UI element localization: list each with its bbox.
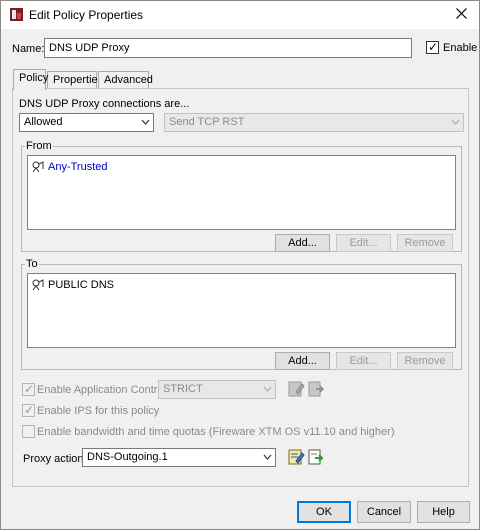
edit-proxy-action-icon[interactable] xyxy=(287,448,305,466)
edit-app-control-icon[interactable] xyxy=(287,380,305,398)
tab-policy[interactable]: Policy xyxy=(13,69,48,90)
app-control-dropdown[interactable]: STRICT xyxy=(158,380,276,399)
window-title: Edit Policy Properties xyxy=(29,8,144,22)
edit-policy-dialog: Edit Policy Properties Name: DNS UDP Pro… xyxy=(0,0,480,530)
network-alias-icon xyxy=(32,161,44,173)
name-input[interactable]: DNS UDP Proxy xyxy=(44,38,412,58)
to-remove-button[interactable]: Remove xyxy=(397,352,453,370)
chevron-down-icon xyxy=(141,119,150,125)
connections-dropdown[interactable]: Allowed xyxy=(19,113,154,132)
to-list[interactable]: PUBLIC DNS xyxy=(27,273,456,348)
to-group: To PUBLIC DNS Add... Edit... Remove xyxy=(21,258,462,370)
proxy-action-label: Proxy action: xyxy=(23,453,87,465)
tcp-rst-value: Send TCP RST xyxy=(169,116,245,128)
from-item-label: Any-Trusted xyxy=(48,161,108,173)
app-icon xyxy=(10,8,23,21)
from-edit-button[interactable]: Edit... xyxy=(336,234,391,252)
tab-properties[interactable]: Properties xyxy=(47,71,103,89)
chevron-down-icon xyxy=(263,386,272,392)
to-item-label: PUBLIC DNS xyxy=(48,279,115,291)
ips-checkbox[interactable]: ✓ xyxy=(22,403,35,417)
from-group: From Any-Trusted Add... Edit... Remove xyxy=(21,140,462,252)
connections-value: Allowed xyxy=(24,116,63,128)
close-icon xyxy=(455,8,467,19)
tcp-rst-dropdown[interactable]: Send TCP RST xyxy=(164,113,464,132)
enable-label: Enable xyxy=(443,42,478,54)
network-alias-icon xyxy=(32,279,44,291)
quotas-checkbox[interactable] xyxy=(22,425,35,438)
proxy-action-dropdown[interactable]: DNS-Outgoing.1 xyxy=(82,448,276,467)
list-item[interactable]: PUBLIC DNS xyxy=(30,277,114,293)
from-legend: From xyxy=(25,140,53,152)
proxy-action-value: DNS-Outgoing.1 xyxy=(87,451,168,463)
name-label: Name: xyxy=(12,43,45,55)
to-add-button[interactable]: Add... xyxy=(275,352,330,370)
checkmark-icon: ✓ xyxy=(24,403,35,417)
app-control-value: STRICT xyxy=(163,383,203,395)
app-control-label: Enable Application Control: xyxy=(37,384,170,396)
ok-button[interactable]: OK xyxy=(297,501,351,523)
to-legend: To xyxy=(25,258,39,270)
list-item[interactable]: Any-Trusted xyxy=(30,159,108,175)
app-control-checkbox[interactable]: ✓ xyxy=(22,382,35,396)
chevron-down-icon xyxy=(451,119,460,125)
enable-checkbox[interactable]: ✓ xyxy=(426,40,439,54)
clone-proxy-action-icon[interactable] xyxy=(307,448,325,466)
to-edit-button[interactable]: Edit... xyxy=(336,352,391,370)
title-bar[interactable]: Edit Policy Properties xyxy=(1,1,479,29)
chevron-down-icon xyxy=(263,454,272,460)
connections-label: DNS UDP Proxy connections are... xyxy=(19,98,190,110)
help-button[interactable]: Help xyxy=(417,501,470,523)
checkmark-icon: ✓ xyxy=(24,382,35,396)
checkmark-icon: ✓ xyxy=(428,40,439,54)
tab-advanced[interactable]: Advanced xyxy=(98,71,153,89)
from-list[interactable]: Any-Trusted xyxy=(27,155,456,230)
clone-app-control-icon[interactable] xyxy=(307,380,325,398)
quotas-label: Enable bandwidth and time quotas (Firewa… xyxy=(37,426,395,438)
ips-label: Enable IPS for this policy xyxy=(37,405,160,417)
from-remove-button[interactable]: Remove xyxy=(397,234,453,252)
from-add-button[interactable]: Add... xyxy=(275,234,330,252)
dialog-body: Name: DNS UDP Proxy ✓ Enable Policy Prop… xyxy=(1,29,479,529)
close-button[interactable] xyxy=(451,4,471,24)
cancel-button[interactable]: Cancel xyxy=(357,501,411,523)
policy-tab-panel: DNS UDP Proxy connections are... Allowed… xyxy=(12,88,469,487)
